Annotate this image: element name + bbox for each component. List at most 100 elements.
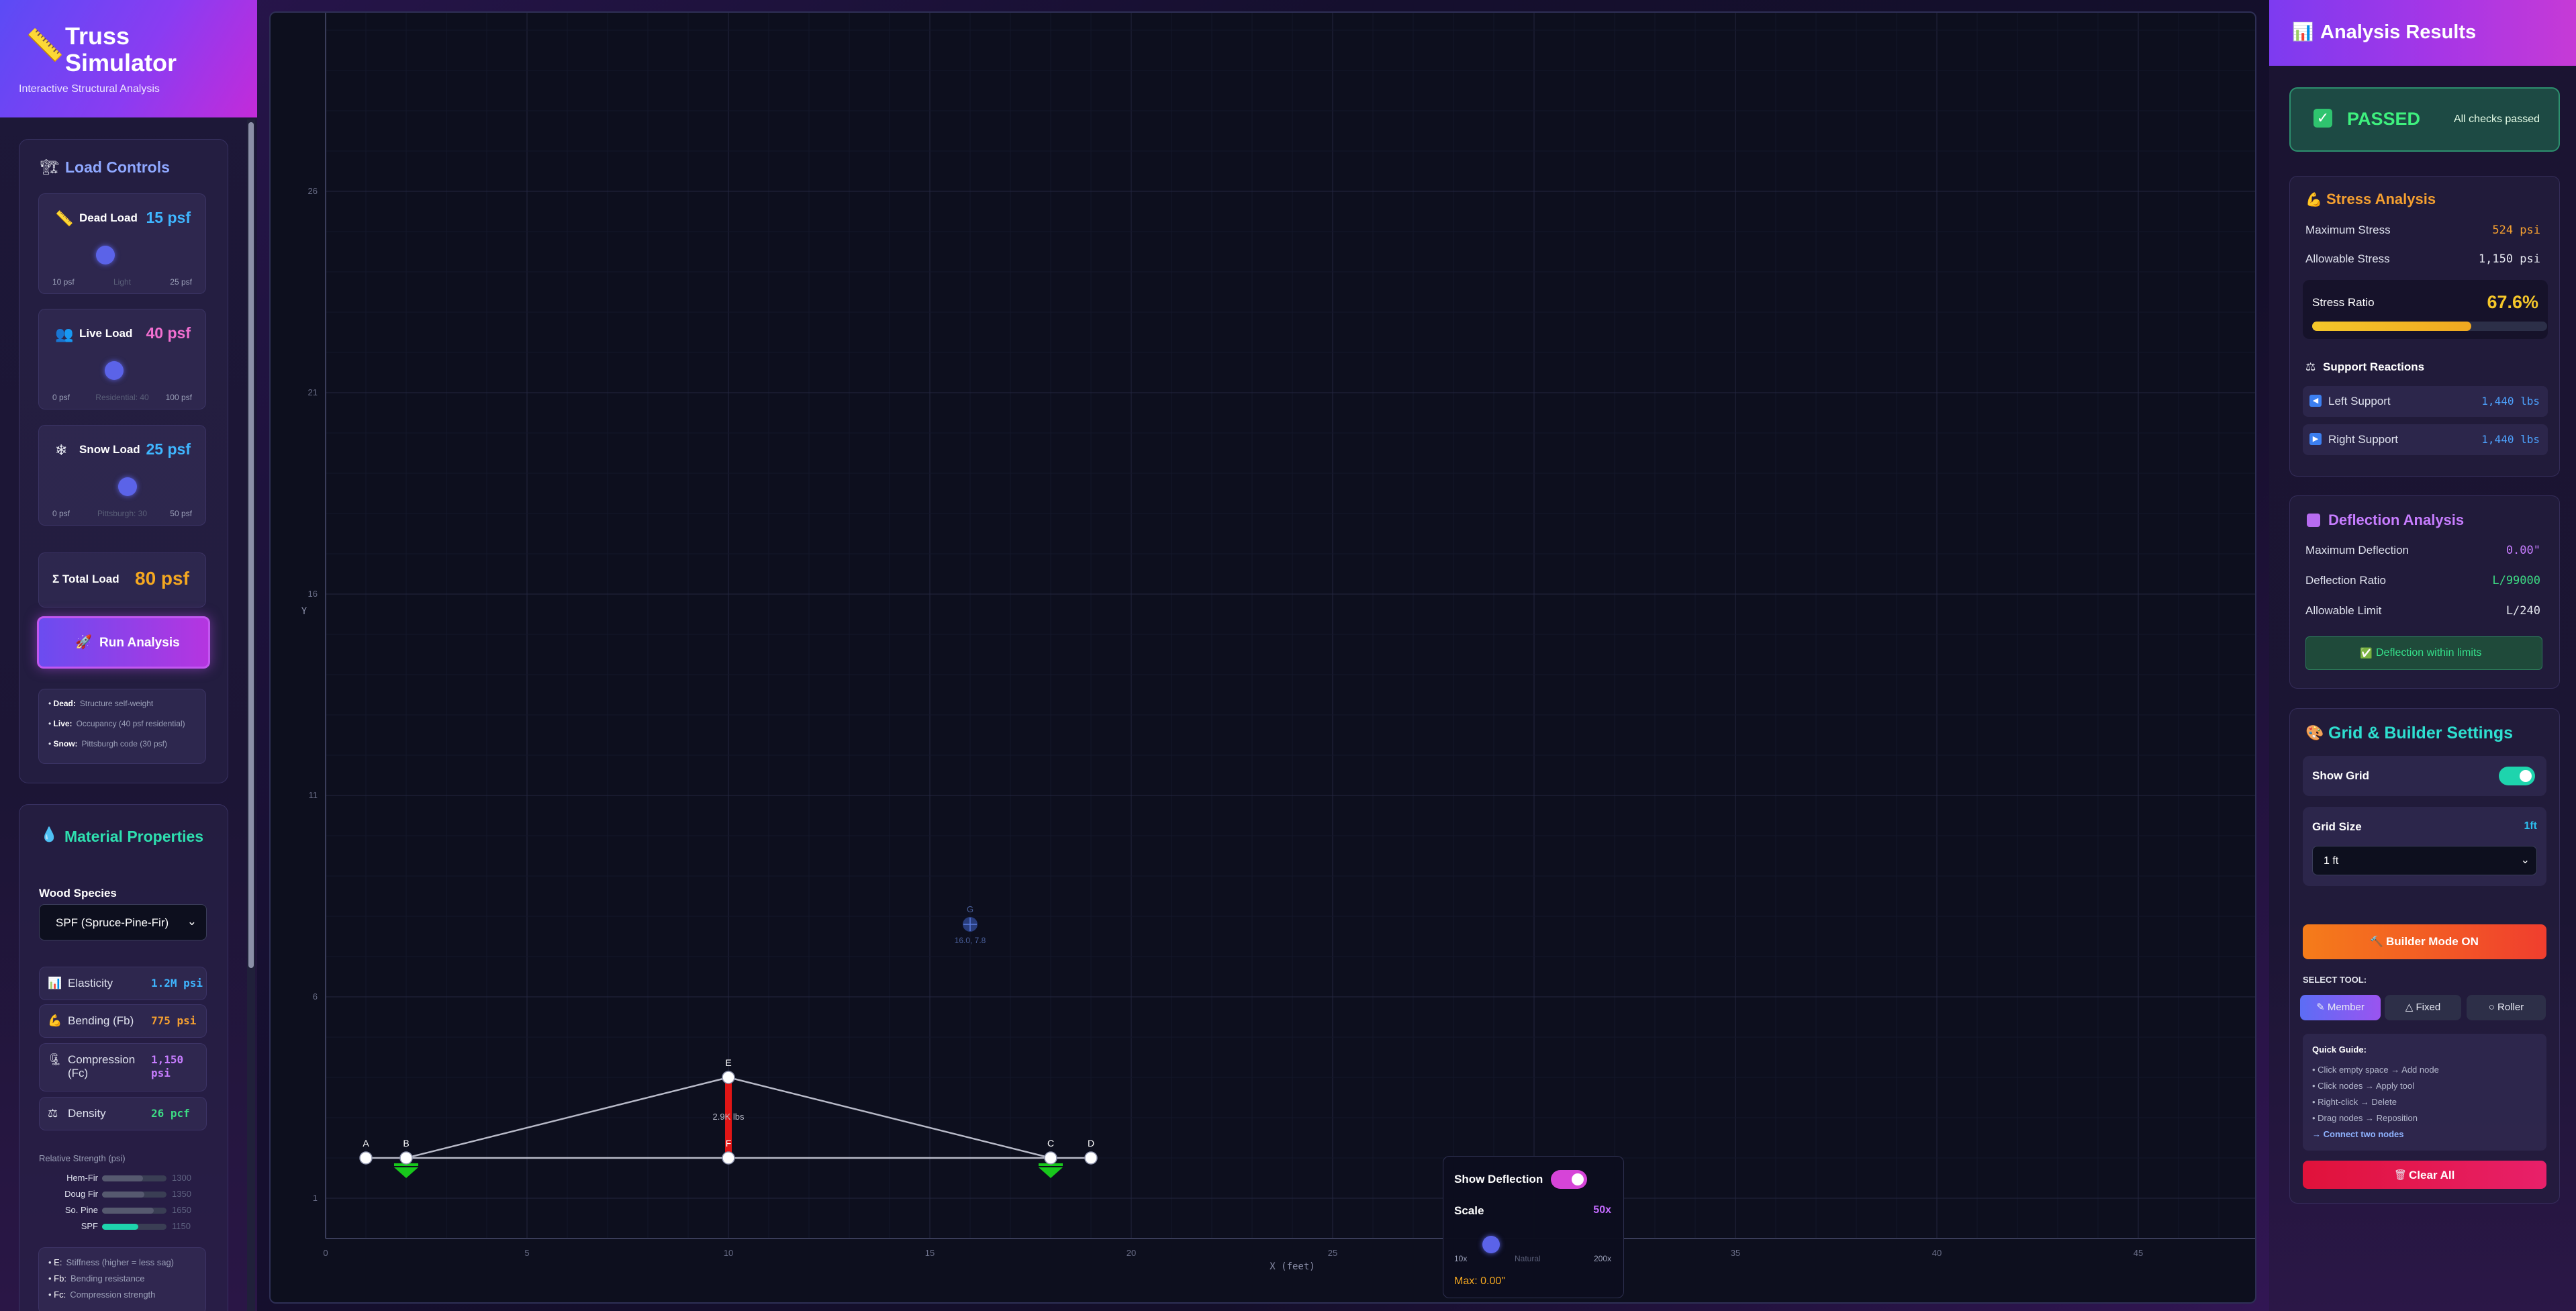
load-card-snow-load: ❄ Snow Load 25 psf 0 psf Pittsburgh: 30 50 ps… [38, 425, 206, 526]
truss-node[interactable] [359, 1151, 373, 1165]
bullet: • [48, 1273, 54, 1283]
truss-plot[interactable]: 051015202530354045161116212631X (feet)Y2… [271, 13, 2256, 1304]
load-card-live-load: 👥 Live Load 40 psf 0 psf Residential: 40 100 … [38, 309, 206, 409]
load-note: • Snow: Pittsburgh code (30 psf) [48, 739, 199, 748]
show-deflection-toggle[interactable] [1551, 1170, 1587, 1189]
deflection-row-value: 0.00" [2506, 544, 2540, 557]
ruler-icon: 📏 [55, 210, 74, 227]
load-note: • Live: Occupancy (40 psf residential) [48, 719, 199, 728]
load-slider[interactable] [105, 361, 124, 380]
reaction-label: Right Support [2328, 433, 2398, 446]
scale-label: Scale [1454, 1204, 1484, 1217]
stress-row-label: Maximum Stress [2305, 224, 2391, 236]
stress-row-value: 1,150 psi [2478, 252, 2540, 266]
strength-bar [102, 1208, 154, 1214]
ruler-icon: 📏 [26, 28, 64, 62]
node-label: C [1047, 1138, 1054, 1149]
app-subtitle: Interactive Structural Analysis [19, 83, 160, 95]
quick-guide: Quick Guide: • Click empty space → Add n… [2303, 1034, 2546, 1151]
x-tick-label: 35 [1731, 1248, 1740, 1258]
reaction-row: ▶ Right Support 1,440 lbs [2303, 424, 2548, 455]
truss-node[interactable] [722, 1151, 735, 1165]
max-deflection-readout: Max: 0.00" [1454, 1275, 1505, 1287]
grid-size-label: Grid Size [2312, 820, 2362, 833]
x-tick-label: 15 [925, 1248, 935, 1258]
truss-node[interactable] [1044, 1151, 1057, 1165]
stress-ratio-value: 67.6% [2487, 292, 2538, 312]
scale-max: 200x [1593, 1254, 1611, 1263]
node-label: A [363, 1138, 369, 1149]
stress-row: Maximum Stress 524 psi [2305, 224, 2540, 240]
species-label: Wood Species [39, 887, 117, 900]
stress-row-value: 524 psi [2492, 224, 2540, 237]
stress-title: Stress Analysis [2326, 191, 2436, 207]
material-legend-text: Bending resistance [70, 1273, 145, 1283]
rocket-icon: 🚀 [75, 635, 92, 650]
load-slider[interactable] [118, 477, 137, 496]
show-grid-toggle[interactable] [2499, 767, 2535, 785]
pin-support-icon[interactable] [1039, 1167, 1063, 1178]
total-load-card: Σ Total Load 80 psf [38, 552, 206, 608]
y-tick-label: 1 [313, 1193, 318, 1203]
pin-support-icon[interactable] [394, 1167, 418, 1178]
run-analysis-button[interactable]: 🚀 Run Analysis [37, 616, 210, 669]
load-slider[interactable] [95, 246, 115, 264]
material-prop-row: 🗜 Compression (Fc) 1,150 psi [39, 1043, 207, 1091]
square-icon [2307, 514, 2320, 527]
bullet: • [48, 739, 54, 748]
builder-mode-button[interactable]: 🔨 Builder Mode ON [2303, 924, 2546, 959]
truss-node[interactable] [399, 1151, 413, 1165]
scale-slider[interactable] [1482, 1236, 1500, 1253]
strength-value: 1650 [172, 1205, 191, 1215]
species-select-value: SPF (Spruce-Pine-Fir) [56, 916, 169, 929]
app-title: Truss Simulator [65, 22, 177, 77]
material-legend-text: Stiffness (higher = less sag) [66, 1257, 175, 1267]
bullet: • [48, 699, 54, 708]
material-prop-label: Elasticity [68, 977, 113, 989]
truss-canvas[interactable]: 051015202530354045161116212631X (feet)Y2… [269, 11, 2256, 1304]
load-note-key: Live: [53, 719, 73, 728]
show-deflection-label: Show Deflection [1454, 1173, 1543, 1185]
material-prop-row: 📊 Elasticity 1.2M psi [39, 967, 207, 1000]
grid-size-select[interactable]: 1 ft ⌄ [2312, 846, 2537, 875]
right-sidebar: 📊 Analysis Results ✓ PASSED All checks p… [2269, 0, 2576, 1311]
node-label: E [725, 1057, 731, 1068]
compress-icon: 🗜 [48, 1053, 62, 1066]
deflection-title: Deflection Analysis [2328, 512, 2465, 528]
truss-node[interactable] [722, 1071, 735, 1084]
guide-item: • Drag nodes → Reposition [2312, 1113, 2418, 1123]
strength-row: Hem-Fir 1300 [39, 1171, 207, 1185]
truss-node[interactable] [1084, 1151, 1098, 1165]
status-text: PASSED [2347, 109, 2421, 129]
sidebar-scroll-thumb[interactable] [248, 122, 254, 968]
chevron-down-icon: ⌄ [2520, 855, 2530, 866]
load-name: Live Load [79, 327, 133, 340]
clear-all-label: Clear All [2409, 1169, 2455, 1181]
species-select[interactable]: SPF (Spruce-Pine-Fir) ⌄ [39, 904, 207, 940]
strength-bar [102, 1192, 144, 1198]
strength-value: 1150 [172, 1221, 191, 1231]
material-prop-value: 775 psi [151, 1014, 197, 1027]
material-legend-text: Compression strength [70, 1290, 156, 1300]
deflection-ok-banner: ✅ Deflection within limits [2305, 636, 2542, 670]
triangle-icon: △ [2405, 1002, 2416, 1013]
results-header: 📊 Analysis Results [2269, 0, 2576, 66]
tool-fixed-button[interactable]: △ Fixed [2385, 995, 2461, 1020]
tool-member-button[interactable]: ✎ Member [2300, 995, 2381, 1020]
strength-bar [102, 1175, 143, 1181]
check-icon: ✅ [2360, 648, 2373, 659]
scale-icon: ⚖ [2305, 360, 2316, 373]
run-analysis-label: Run Analysis [99, 636, 180, 650]
show-grid-row: Show Grid [2303, 756, 2546, 796]
reaction-row: ◀ Left Support 1,440 lbs [2303, 386, 2548, 417]
tool-roller-button[interactable]: ○ Roller [2467, 995, 2546, 1020]
material-prop-label: Compression (Fc) [68, 1053, 136, 1079]
y-axis-label: Y [301, 606, 307, 617]
material-prop-label: Density [68, 1107, 106, 1120]
quick-guide-title: Quick Guide: [2312, 1045, 2367, 1055]
clear-all-button[interactable]: 🗑 Clear All [2303, 1161, 2546, 1189]
reaction-value: 1,440 lbs [2481, 395, 2540, 407]
deflection-row-label: Deflection Ratio [2305, 574, 2387, 587]
tool-roller-label: Roller [2497, 1002, 2524, 1013]
strength-title: Relative Strength (psi) [39, 1153, 126, 1163]
